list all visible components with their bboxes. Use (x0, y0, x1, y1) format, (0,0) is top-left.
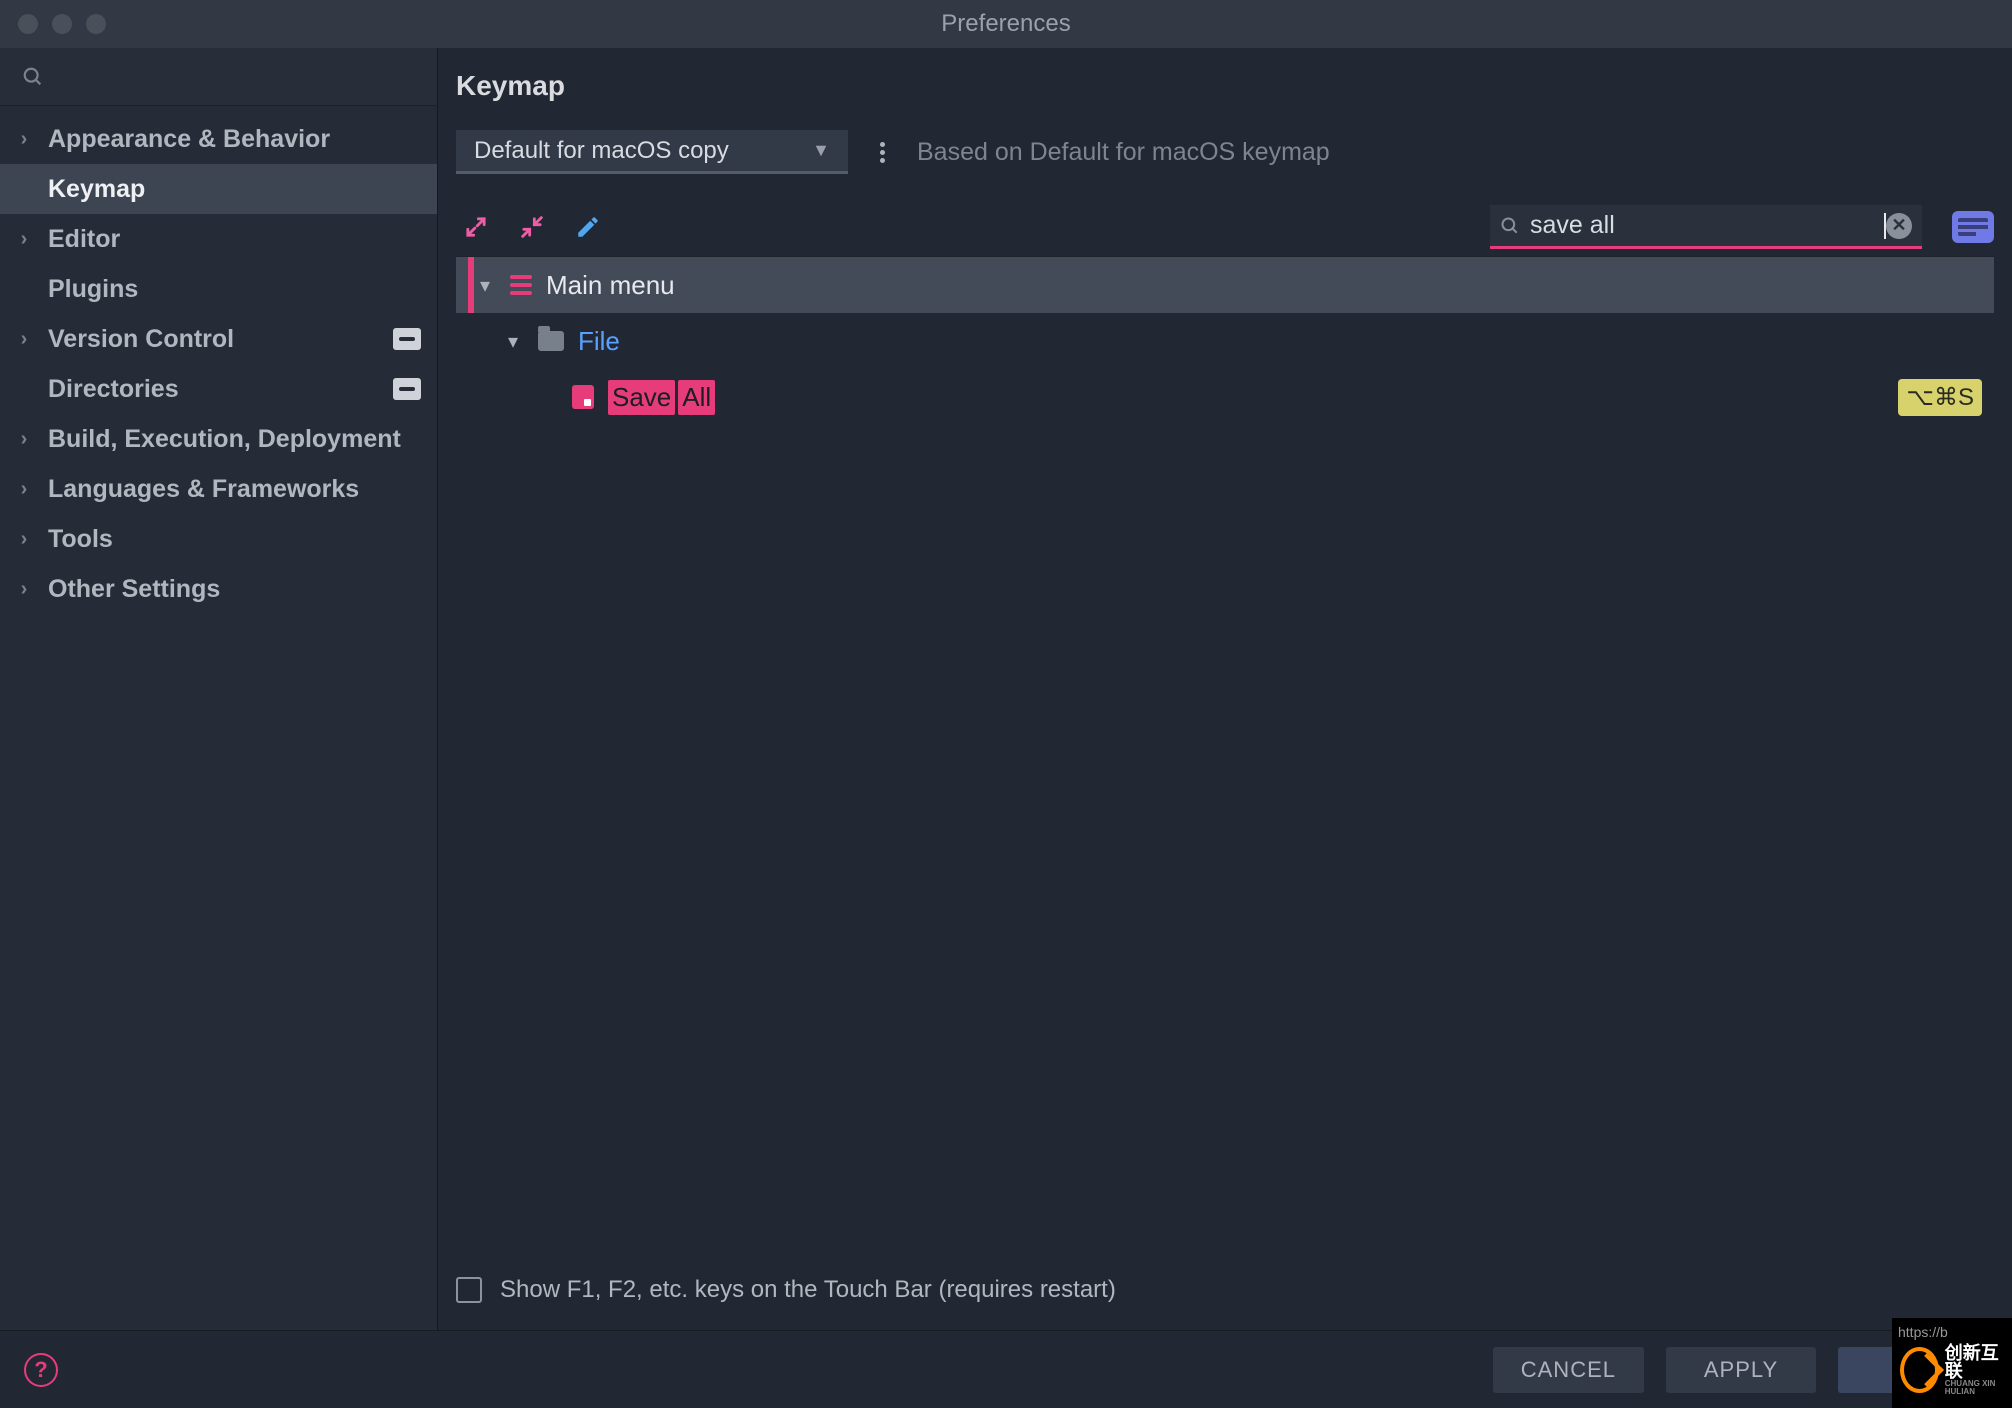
sidebar-item-build[interactable]: › Build, Execution, Deployment (0, 414, 437, 464)
sidebar-item-other[interactable]: › Other Settings (0, 564, 437, 614)
project-scope-icon (393, 378, 421, 400)
search-icon (1500, 216, 1520, 236)
tree-node-main-menu[interactable]: ▾ Main menu (456, 257, 1994, 313)
window-title: Preferences (0, 10, 2012, 38)
chevron-right-icon: › (0, 328, 48, 351)
chevron-right-icon: › (0, 478, 48, 501)
sidebar-item-label: Appearance & Behavior (48, 125, 330, 154)
preferences-window: Preferences › Appearance & Behavior › Ke… (0, 0, 2012, 1408)
tree-node-save-all[interactable]: Save All ⌥⌘S (456, 369, 1994, 425)
sidebar-item-languages[interactable]: › Languages & Frameworks (0, 464, 437, 514)
search-icon (22, 66, 44, 88)
expand-all-button[interactable] (456, 207, 496, 247)
sidebar-item-plugins[interactable]: › Plugins (0, 264, 437, 314)
titlebar: Preferences (0, 0, 2012, 48)
collapse-all-button[interactable] (512, 207, 552, 247)
sidebar-item-tools[interactable]: › Tools (0, 514, 437, 564)
dialog-footer: ? CANCEL APPLY (0, 1330, 2012, 1408)
sidebar-item-label: Plugins (48, 275, 138, 304)
sidebar-item-editor[interactable]: › Editor (0, 214, 437, 264)
sidebar-search[interactable] (0, 48, 437, 106)
sidebar-item-label: Editor (48, 225, 120, 254)
scheme-actions-button[interactable] (876, 136, 889, 169)
chevron-right-icon: › (0, 528, 48, 551)
page-title: Keymap (456, 70, 1994, 102)
scheme-select-value: Default for macOS copy (474, 137, 729, 165)
find-by-shortcut-button[interactable] (1952, 211, 1994, 243)
watermark-brand: 创新互联 CHUANG XIN HULIAN (1945, 1344, 2012, 1396)
window-controls (18, 14, 106, 34)
save-icon (572, 385, 594, 409)
chevron-right-icon: › (0, 428, 48, 451)
watermark-url: https://b (1898, 1324, 1948, 1340)
cancel-button[interactable]: CANCEL (1493, 1347, 1644, 1393)
sidebar-item-label: Tools (48, 525, 113, 554)
apply-button[interactable]: APPLY (1666, 1347, 1816, 1393)
sidebar-item-label: Build, Execution, Deployment (48, 425, 401, 454)
scheme-description: Based on Default for macOS keymap (917, 138, 1330, 167)
settings-sidebar: › Appearance & Behavior › Keymap › Edito… (0, 48, 438, 1330)
match-highlight: All (678, 380, 715, 415)
sidebar-item-label: Other Settings (48, 575, 220, 604)
chevron-right-icon: › (0, 578, 48, 601)
zoom-window-icon[interactable] (86, 14, 106, 34)
touchbar-fn-label: Show F1, F2, etc. keys on the Touch Bar … (500, 1276, 1116, 1304)
sidebar-item-appearance[interactable]: › Appearance & Behavior (0, 114, 437, 164)
sidebar-item-label: Languages & Frameworks (48, 475, 359, 504)
watermark-logo-icon (1900, 1347, 1939, 1393)
keymap-scheme-select[interactable]: Default for macOS copy ▼ (456, 130, 848, 174)
tree-node-label: Main menu (546, 270, 675, 301)
match-highlight: Save (608, 380, 675, 415)
sidebar-item-label: Keymap (48, 175, 145, 204)
edit-shortcut-button[interactable] (568, 207, 608, 247)
keymap-panel: Keymap Default for macOS copy ▼ Based on… (438, 48, 2012, 1330)
sidebar-item-directories[interactable]: › Directories (0, 364, 437, 414)
touchbar-fn-checkbox[interactable] (456, 1277, 482, 1303)
shortcut-badge: ⌥⌘S (1898, 379, 1982, 416)
action-search-field[interactable] (1530, 211, 1883, 240)
actions-tree[interactable]: ▾ Main menu ▾ File Save All ⌥⌘S (456, 256, 1994, 1258)
tree-node-file[interactable]: ▾ File (456, 313, 1994, 369)
menu-icon (510, 275, 532, 295)
chevron-right-icon: › (0, 128, 48, 151)
minimize-window-icon[interactable] (52, 14, 72, 34)
tree-node-label: File (578, 326, 620, 357)
selection-accent (468, 257, 474, 313)
chevron-down-icon: ▼ (812, 140, 830, 161)
sidebar-item-version-control[interactable]: › Version Control (0, 314, 437, 364)
folder-icon (538, 331, 564, 351)
watermark-overlay: https://b 创新互联 CHUANG XIN HULIAN (1892, 1318, 2012, 1408)
chevron-right-icon: › (0, 228, 48, 251)
project-scope-icon (393, 328, 421, 350)
clear-search-button[interactable]: ✕ (1886, 213, 1912, 239)
sidebar-item-label: Directories (48, 375, 179, 404)
help-button[interactable]: ? (24, 1353, 58, 1387)
close-window-icon[interactable] (18, 14, 38, 34)
sidebar-item-label: Version Control (48, 325, 234, 354)
sidebar-list: › Appearance & Behavior › Keymap › Edito… (0, 106, 437, 614)
sidebar-item-keymap[interactable]: › Keymap (0, 164, 437, 214)
action-search-input[interactable]: ✕ (1490, 205, 1922, 249)
chevron-down-icon[interactable]: ▾ (508, 329, 538, 354)
chevron-down-icon[interactable]: ▾ (480, 273, 510, 298)
